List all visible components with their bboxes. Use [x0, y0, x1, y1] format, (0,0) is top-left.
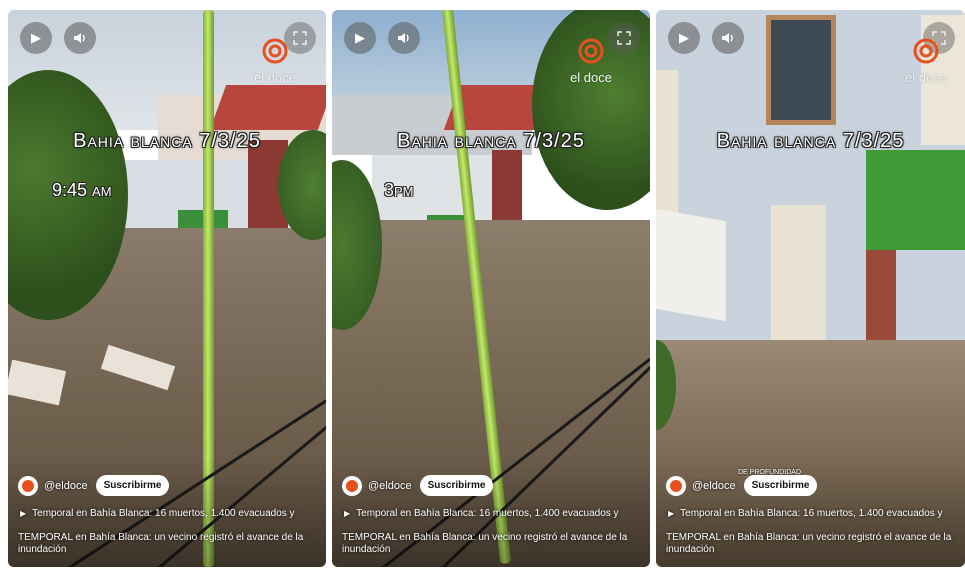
video-panel-2[interactable]: ▶ el doce Bahia blanca 7/3/25 3pm @eldoc… — [332, 10, 650, 567]
logo-text: el doce — [570, 70, 612, 85]
logo-text: el doce — [905, 70, 947, 85]
playlist-link[interactable]: ▶ Temporal en Bahía Blanca: 16 muertos, 1… — [344, 508, 619, 519]
play-triangle-icon: ▶ — [344, 509, 351, 518]
el-doce-logo: el doce — [254, 38, 296, 85]
play-triangle-icon: ▶ — [668, 509, 675, 518]
volume-icon — [722, 33, 733, 43]
video-title-overlay: Bahia blanca 7/3/25 — [397, 130, 585, 152]
channel-row: @eldoce Suscribirme — [18, 475, 170, 496]
swirl-logo-icon — [578, 38, 604, 64]
playlist-text: Temporal en Bahía Blanca: 16 muertos, 1.… — [680, 508, 943, 519]
el-doce-logo: el doce — [905, 38, 947, 85]
play-icon: ▶ — [679, 30, 689, 45]
play-triangle-icon: ▶ — [20, 509, 27, 518]
video-time-overlay: 9:45 am — [52, 180, 112, 200]
video-title-overlay: Bahia blanca 7/3/25 — [716, 130, 905, 152]
channel-row: @eldoce Suscribirme — [666, 475, 818, 496]
video-panel-3[interactable]: ▶ el doce Bahia blanca 7/3/25 DE PROFUND… — [656, 10, 965, 567]
swirl-logo-icon — [913, 38, 939, 64]
video-title-overlay: Bahia blanca 7/3/25 — [73, 130, 261, 152]
play-button[interactable]: ▶ — [668, 22, 700, 54]
volume-button[interactable] — [64, 22, 96, 54]
channel-row: @eldoce Suscribirme — [342, 475, 494, 496]
el-doce-logo: el doce — [570, 38, 612, 85]
playlist-link[interactable]: ▶ Temporal en Bahía Blanca: 16 muertos, 1… — [668, 508, 943, 519]
expand-button[interactable] — [608, 22, 640, 54]
expand-icon — [617, 31, 631, 45]
volume-icon — [398, 33, 409, 43]
subscribe-button[interactable]: Suscribirme — [419, 475, 494, 496]
volume-button[interactable] — [712, 22, 744, 54]
channel-avatar[interactable] — [666, 475, 686, 496]
channel-handle[interactable]: @eldoce — [368, 480, 412, 492]
subscribe-button[interactable]: Suscribirme — [95, 475, 170, 496]
subscribe-button[interactable]: Suscribirme — [743, 475, 818, 496]
playlist-text: Temporal en Bahía Blanca: 16 muertos, 1.… — [356, 508, 619, 519]
play-button[interactable]: ▶ — [20, 22, 52, 54]
swirl-logo-icon — [262, 38, 288, 64]
play-button[interactable]: ▶ — [344, 22, 376, 54]
logo-text: el doce — [254, 70, 296, 85]
channel-handle[interactable]: @eldoce — [44, 480, 88, 492]
video-caption: TEMPORAL en Bahía Blanca: un vecino regi… — [342, 532, 628, 555]
video-panel-1[interactable]: ▶ el doce Bahia blanca 7/3/25 9:45 am @e… — [8, 10, 326, 567]
play-icon: ▶ — [31, 30, 41, 45]
playlist-text: Temporal en Bahía Blanca: 16 muertos, 1.… — [32, 508, 295, 519]
channel-avatar[interactable] — [342, 475, 362, 496]
play-icon: ▶ — [355, 30, 365, 45]
volume-icon — [74, 33, 85, 43]
video-caption: TEMPORAL en Bahía Blanca: un vecino regi… — [18, 532, 304, 555]
channel-avatar[interactable] — [18, 475, 38, 496]
playlist-link[interactable]: ▶ Temporal en Bahía Blanca: 16 muertos, 1… — [20, 508, 295, 519]
volume-button[interactable] — [388, 22, 420, 54]
video-caption: TEMPORAL en Bahía Blanca: un vecino regi… — [666, 532, 952, 555]
video-time-overlay: 3pm — [384, 180, 414, 200]
channel-handle[interactable]: @eldoce — [692, 480, 736, 492]
